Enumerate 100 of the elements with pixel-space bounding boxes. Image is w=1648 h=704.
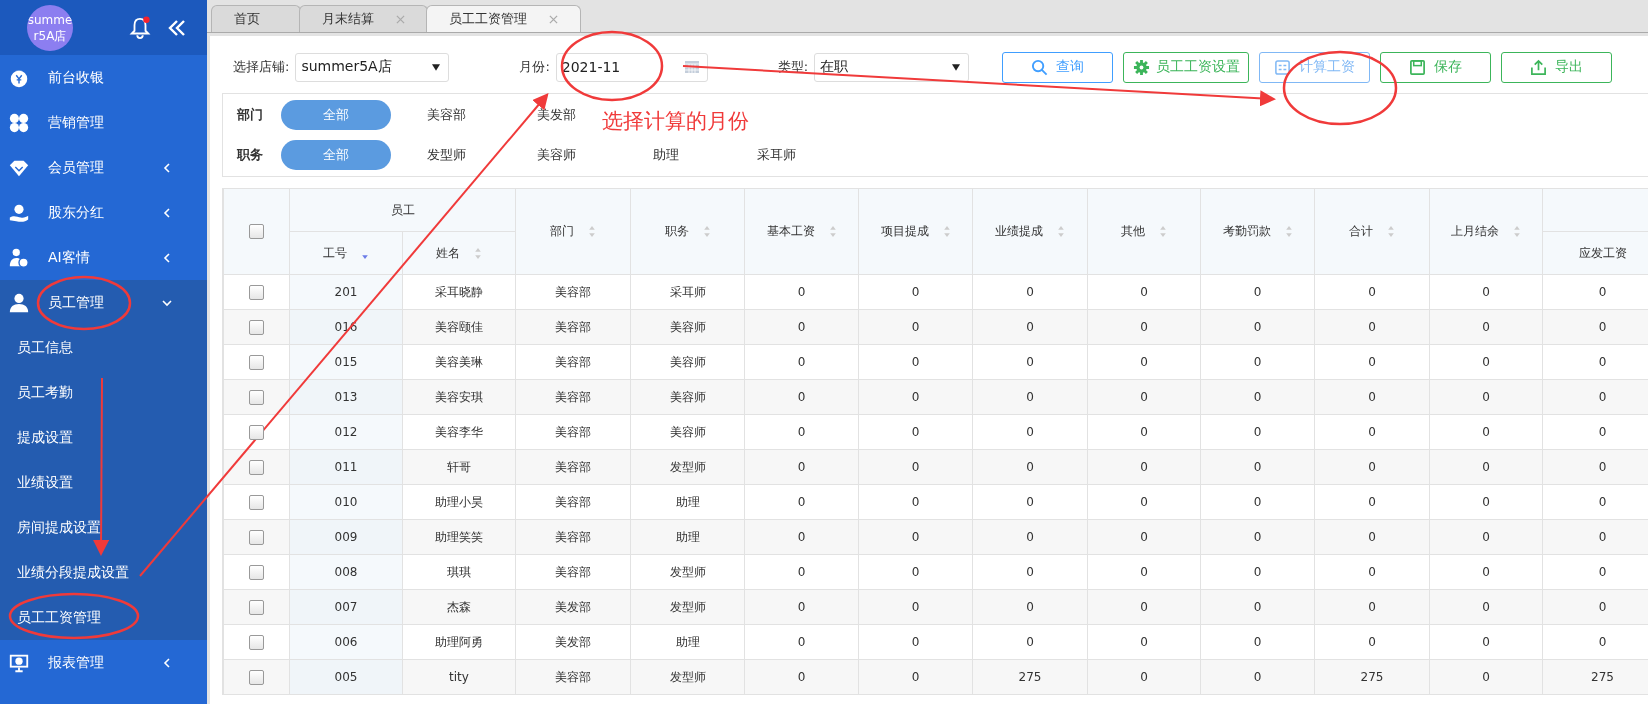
table-cell: 0 xyxy=(911,425,920,439)
filter-option[interactable]: 采耳师 xyxy=(721,140,831,170)
filter-label: 职务 xyxy=(237,146,264,164)
submenu-item[interactable]: 提成设置 xyxy=(0,415,207,460)
row-checkbox[interactable] xyxy=(249,319,264,335)
close-icon[interactable] xyxy=(396,14,405,24)
nav-item[interactable]: AI客情 xyxy=(0,235,207,280)
table-cell: 0 xyxy=(1253,635,1262,649)
table-cell: 发型师 xyxy=(669,669,706,684)
table-cell: 发型师 xyxy=(669,599,706,614)
search-icon xyxy=(1031,58,1049,76)
table-cell: 012 xyxy=(334,425,358,439)
sort-icon[interactable] xyxy=(828,225,837,238)
row-checkbox[interactable] xyxy=(249,599,264,615)
store-select[interactable]: summer5A店 xyxy=(295,52,450,82)
column-header[interactable]: 工号 xyxy=(323,244,347,262)
tab[interactable]: 首页 xyxy=(211,5,301,32)
table-cell: 0 xyxy=(1482,495,1490,509)
filter-option[interactable]: 发型师 xyxy=(391,140,501,170)
sort-icon[interactable] xyxy=(942,225,951,238)
person-icon xyxy=(8,291,30,314)
chevron-left-icon xyxy=(161,206,173,219)
row-checkbox[interactable] xyxy=(249,459,264,475)
table-cell: 0 xyxy=(1482,460,1490,474)
tab[interactable]: 月末结算 xyxy=(299,5,428,32)
table-cell: 轩哥 xyxy=(447,459,471,474)
bell-icon[interactable] xyxy=(129,15,151,40)
column-header[interactable]: 项目提成 xyxy=(880,223,929,240)
column-header[interactable]: 基本工资 xyxy=(766,223,815,240)
nav-item[interactable]: 营销管理 xyxy=(0,100,207,145)
sort-icon[interactable] xyxy=(1159,225,1167,238)
submenu-item[interactable]: 业绩设置 xyxy=(0,460,207,505)
sort-icon[interactable] xyxy=(1387,225,1395,238)
table-cell: 美容部 xyxy=(555,354,591,369)
tab[interactable]: 员工工资管理 xyxy=(426,5,581,32)
nav-label: 前台收银 xyxy=(48,68,105,87)
collapse-icon[interactable] xyxy=(167,17,187,38)
column-header[interactable]: 考勤罚款 xyxy=(1222,223,1271,240)
table-cell: 美发部 xyxy=(555,634,591,649)
row-checkbox[interactable] xyxy=(249,284,264,300)
row-checkbox[interactable] xyxy=(249,494,264,510)
column-header[interactable]: 姓名 xyxy=(436,244,460,262)
table-cell: 015 xyxy=(334,355,358,369)
table-cell: 006 xyxy=(334,635,358,649)
table-cell: 0 xyxy=(1368,390,1376,404)
submenu-item[interactable]: 员工信息 xyxy=(0,325,207,370)
filter-option[interactable]: 美容部 xyxy=(391,100,501,130)
table-cell: 011 xyxy=(334,460,358,474)
table-cell: 0 xyxy=(1482,390,1490,404)
table-cell: 0 xyxy=(1598,320,1607,334)
table-cell: 0 xyxy=(1253,530,1262,544)
column-header[interactable]: 其他 xyxy=(1121,223,1145,240)
select-all-checkbox[interactable] xyxy=(249,224,264,239)
column-header[interactable]: 业绩提成 xyxy=(995,223,1043,240)
month-field[interactable]: 2021-11 xyxy=(555,52,708,82)
sort-icon[interactable] xyxy=(474,246,482,260)
table-cell: 助理 xyxy=(675,494,700,509)
row-checkbox[interactable] xyxy=(249,669,264,685)
sort-icon[interactable] xyxy=(1057,225,1065,238)
sort-icon[interactable] xyxy=(1284,225,1293,238)
nav-item[interactable]: 会员管理 xyxy=(0,145,207,190)
table-cell: 0 xyxy=(1253,320,1262,334)
sort-icon[interactable] xyxy=(702,225,711,238)
sort-icon[interactable] xyxy=(588,225,596,238)
row-checkbox[interactable] xyxy=(249,424,264,440)
column-header[interactable]: 部门 xyxy=(550,223,574,240)
submenu-item[interactable]: 员工考勤 xyxy=(0,370,207,415)
close-icon[interactable] xyxy=(549,14,558,24)
table-cell: 0 xyxy=(1253,285,1262,299)
nav-item[interactable]: 股东分红 xyxy=(0,190,207,235)
table-cell: 0 xyxy=(1482,320,1490,334)
submenu-item[interactable]: 员工工资管理 xyxy=(0,595,207,640)
submenu-item[interactable]: 业绩分段提成设置 xyxy=(0,550,207,595)
filter-option[interactable]: 助理 xyxy=(611,140,721,170)
table-cell: 0 xyxy=(1253,495,1262,509)
table-cell: 0 xyxy=(1368,495,1376,509)
table-cell: 0 xyxy=(1368,530,1376,544)
filter-option[interactable]: 美容师 xyxy=(501,140,611,170)
table-cell: 0 xyxy=(1140,530,1148,544)
nav-item[interactable]: 报表管理 xyxy=(0,640,207,685)
table-cell: 0 xyxy=(797,530,806,544)
row-checkbox[interactable] xyxy=(249,529,264,545)
table-cell: 0 xyxy=(1253,390,1262,404)
column-header[interactable]: 应发工资 xyxy=(1578,244,1627,262)
column-header[interactable]: 上月结余 xyxy=(1451,223,1499,240)
sort-icon[interactable] xyxy=(1513,225,1521,238)
row-checkbox[interactable] xyxy=(249,354,264,370)
column-header[interactable]: 职务 xyxy=(664,223,689,240)
row-checkbox[interactable] xyxy=(249,564,264,580)
nav-item[interactable]: 前台收银 xyxy=(0,55,207,100)
type-select[interactable]: 在职 xyxy=(814,52,970,82)
row-checkbox[interactable] xyxy=(249,389,264,405)
column-header[interactable]: 合计 xyxy=(1349,223,1373,240)
table-cell: 0 xyxy=(1598,495,1607,509)
nav-label: 报表管理 xyxy=(48,653,105,672)
table-cell: 0 xyxy=(797,390,806,404)
table-cell: 275 xyxy=(1018,670,1042,684)
nav-item[interactable]: 员工管理 xyxy=(0,280,207,325)
row-checkbox[interactable] xyxy=(249,634,264,650)
table-cell: 琪琪 xyxy=(447,564,471,579)
